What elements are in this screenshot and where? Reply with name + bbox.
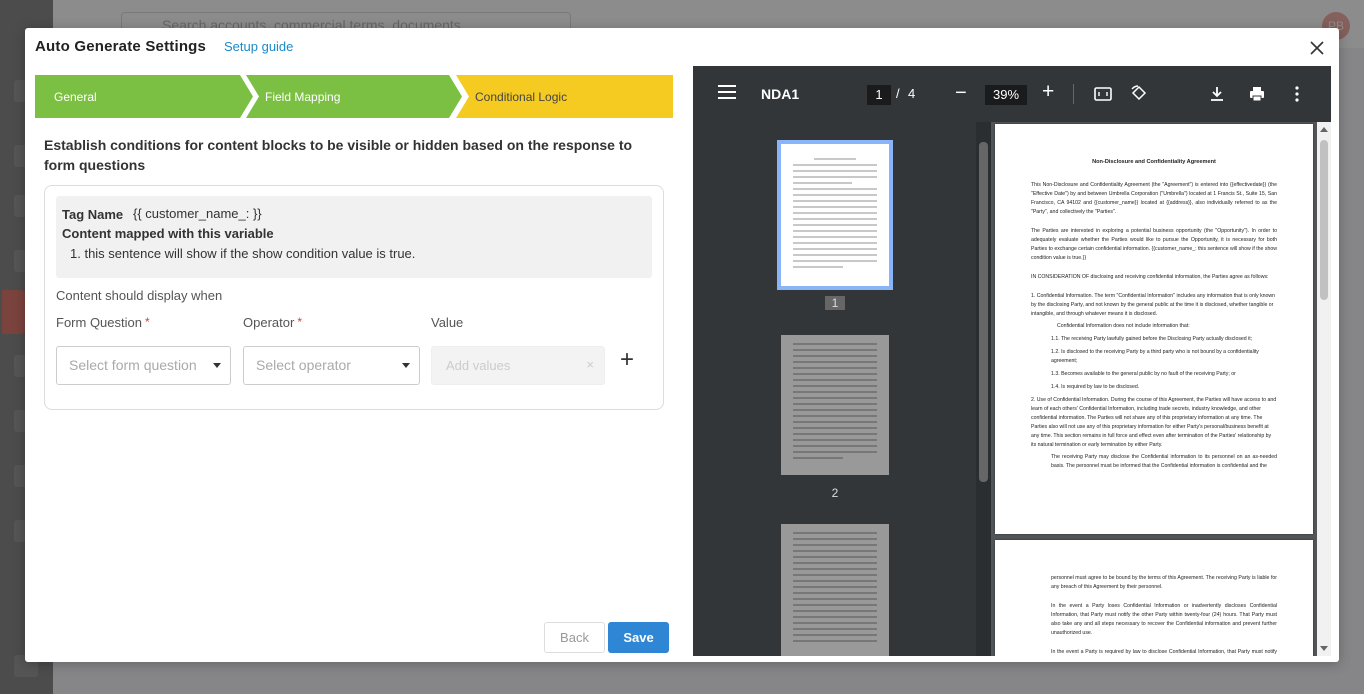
document-paragraph: This Non-Disclosure and Confidentiality … bbox=[1031, 182, 1277, 215]
pdf-toolbar: NDA1 1 / 4 − 39% + bbox=[693, 66, 1331, 122]
fit-page-icon[interactable] bbox=[1093, 84, 1113, 104]
modal-header: Auto Generate Settings Setup guide bbox=[25, 28, 1339, 66]
value-placeholder: Add values bbox=[446, 358, 511, 373]
page-separator: / bbox=[896, 86, 900, 101]
page-thumbnail[interactable] bbox=[777, 140, 893, 290]
form-question-select[interactable]: Select form question bbox=[56, 346, 231, 385]
zoom-out-button[interactable]: − bbox=[955, 82, 967, 105]
document-page: Non-Disclosure and Confidentiality Agree… bbox=[995, 124, 1313, 534]
back-button[interactable]: Back bbox=[544, 622, 605, 653]
step-label: Conditional Logic bbox=[475, 89, 568, 104]
add-condition-button[interactable]: + bbox=[620, 348, 640, 373]
document-paragraph: The Parties are interested in exploring … bbox=[1031, 228, 1277, 261]
more-options-icon[interactable] bbox=[1287, 84, 1307, 104]
thumbnail-pane: 1 2 bbox=[693, 122, 991, 656]
step-general[interactable]: General bbox=[35, 75, 253, 118]
document-page: personnel must agree to be bound by the … bbox=[995, 540, 1313, 656]
page-thumbnail[interactable] bbox=[781, 524, 889, 656]
chevron-down-icon bbox=[402, 363, 410, 368]
document-scrollbar[interactable] bbox=[1317, 122, 1331, 656]
document-paragraph: In the event a Party loses Confidential … bbox=[1051, 603, 1277, 636]
document-sublist-item: 1.2. Is disclosed to the receiving Party… bbox=[1051, 349, 1259, 364]
section-heading: Establish conditions for content blocks … bbox=[44, 137, 633, 173]
scroll-up-icon[interactable] bbox=[1320, 127, 1328, 132]
document-paragraph: In the event a Party is required by law … bbox=[1051, 649, 1277, 655]
setup-guide-link[interactable]: Setup guide bbox=[224, 39, 293, 54]
required-mark: * bbox=[297, 315, 302, 329]
step-label: Field Mapping bbox=[265, 89, 341, 104]
scroll-down-icon[interactable] bbox=[1320, 646, 1328, 651]
step-field-mapping[interactable]: Field Mapping bbox=[246, 75, 462, 118]
document-sublist-item: 1.1. The receiving Party lawfully gained… bbox=[1051, 336, 1253, 342]
print-icon[interactable] bbox=[1247, 84, 1267, 104]
rotate-icon[interactable] bbox=[1129, 84, 1149, 104]
wizard-steps: General Field Mapping Conditional Logic bbox=[35, 75, 673, 118]
page-number-input[interactable]: 1 bbox=[867, 85, 891, 105]
operator-placeholder: Select operator bbox=[256, 357, 351, 373]
document-paragraph: Confidential Information does not includ… bbox=[1057, 323, 1190, 329]
form-question-placeholder: Select form question bbox=[69, 357, 197, 373]
document-list-item: 2. Use of Confidential Information. Duri… bbox=[1031, 397, 1277, 448]
page-thumbnail[interactable] bbox=[781, 335, 889, 475]
document-pane: Non-Disclosure and Confidentiality Agree… bbox=[991, 122, 1331, 656]
download-icon[interactable] bbox=[1207, 84, 1227, 104]
document-paragraph: personnel must agree to be bound by the … bbox=[1051, 575, 1277, 590]
document-paragraph: IN CONSIDERATION OF disclosing and recei… bbox=[1031, 274, 1269, 280]
auto-generate-settings-modal: Auto Generate Settings Setup guide Gener… bbox=[25, 28, 1339, 662]
condition-card: Tag Name {{ customer_name_: }} Content m… bbox=[44, 185, 664, 410]
document-title: NDA1 bbox=[761, 86, 800, 102]
step-label: General bbox=[54, 89, 97, 104]
value-input[interactable]: Add values × bbox=[431, 346, 605, 385]
step-conditional-logic[interactable]: Conditional Logic bbox=[456, 75, 673, 118]
chevron-down-icon bbox=[213, 363, 221, 368]
close-icon[interactable] bbox=[1307, 38, 1327, 58]
clear-icon: × bbox=[586, 357, 594, 372]
zoom-level-input[interactable]: 39% bbox=[985, 85, 1027, 105]
required-mark: * bbox=[144, 315, 150, 329]
document-paragraph: The receiving Party may disclose the Con… bbox=[1051, 454, 1277, 469]
document-sublist-item: 1.3. Becomes available to the general pu… bbox=[1051, 371, 1236, 377]
document-sublist-item: 1.4. Is required by law to be disclosed. bbox=[1051, 384, 1140, 390]
scroll-thumb[interactable] bbox=[1320, 140, 1328, 300]
value-label: Value bbox=[431, 315, 464, 330]
pdf-viewer: NDA1 1 / 4 − 39% + 1 2 Non-Disclosure an… bbox=[693, 66, 1331, 656]
zoom-in-button[interactable]: + bbox=[1042, 80, 1054, 104]
tag-info-box: Tag Name {{ customer_name_: }} Content m… bbox=[56, 196, 652, 278]
save-button[interactable]: Save bbox=[608, 622, 669, 653]
content-mapped-label: Content mapped with this variable bbox=[62, 226, 274, 241]
thumbnail-label: 1 bbox=[825, 296, 845, 310]
display-when-label: Content should display when bbox=[56, 288, 223, 303]
modal-title: Auto Generate Settings bbox=[35, 38, 207, 55]
operator-select[interactable]: Select operator bbox=[243, 346, 420, 385]
tag-name-value: {{ customer_name_: }} bbox=[133, 206, 262, 221]
total-pages: 4 bbox=[908, 86, 916, 101]
document-heading: Non-Disclosure and Confidentiality Agree… bbox=[1092, 159, 1216, 165]
thumbnail-scrollbar[interactable] bbox=[976, 122, 991, 656]
mapped-content-item: 1. this sentence will show if the show c… bbox=[70, 246, 416, 261]
tag-name-label: Tag Name bbox=[62, 207, 124, 222]
toolbar-divider bbox=[1073, 84, 1074, 104]
thumbnail-label: 2 bbox=[831, 486, 839, 500]
document-list-item: 1. Confidential Information. The term "C… bbox=[1031, 293, 1276, 317]
operator-label: Operator * bbox=[243, 315, 302, 330]
menu-icon[interactable] bbox=[718, 85, 736, 101]
form-question-label: Form Question * bbox=[56, 315, 150, 330]
